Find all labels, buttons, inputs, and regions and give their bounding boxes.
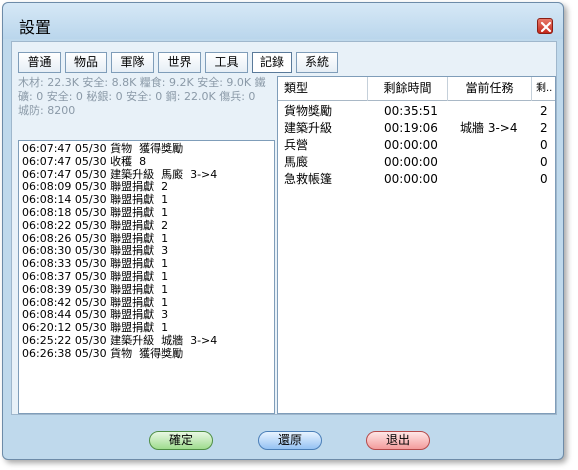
close-icon <box>540 21 552 33</box>
log-entry: 06:08:22 05/30 聯盟捐獻 2 <box>22 218 169 232</box>
cell-current-task: 城牆 3->4 <box>460 121 518 135</box>
log-entry: 06:08:37 05/30 聯盟捐獻 1 <box>22 269 169 283</box>
cell-time-left: 00:00:00 <box>384 155 438 169</box>
event-log[interactable]: 06:07:47 05/30 貨物 獲得獎勵 06:07:47 05/30 收穫… <box>18 140 275 414</box>
close-button[interactable] <box>537 18 553 34</box>
column-header-remaining[interactable]: 剩.. <box>532 77 556 101</box>
title-bar[interactable]: 設置 <box>3 3 563 39</box>
table-row[interactable]: 貨物獎勵 00:35:51 2 <box>278 103 555 120</box>
resource-summary: 木材: 22.3K 安全: 8.8K 糧食: 9.2K 安全: 9.0K 鐵 礦… <box>18 76 280 118</box>
cell-time-left: 00:00:00 <box>384 138 438 152</box>
cell-remaining: 0 <box>540 172 548 186</box>
task-table[interactable]: 類型 剩餘時間 當前任務 剩.. 貨物獎勵 00:35:51 2 建築升級 00… <box>277 76 556 414</box>
ok-button[interactable]: 確定 <box>149 431 213 450</box>
table-row[interactable]: 急救帳篷 00:00:00 0 <box>278 171 555 188</box>
table-row[interactable]: 馬廄 00:00:00 0 <box>278 154 555 171</box>
cell-type: 貨物獎勵 <box>284 104 333 118</box>
tab-army[interactable]: 軍隊 <box>111 52 154 73</box>
table-header: 類型 剩餘時間 當前任務 剩.. <box>278 77 555 101</box>
log-entry: 06:08:18 05/30 聯盟捐獻 1 <box>22 205 169 219</box>
log-entry: 06:25:22 05/30 建築升級 城牆 3->4 <box>22 333 218 347</box>
reset-button[interactable]: 還原 <box>258 431 322 450</box>
log-entry: 06:07:47 05/30 貨物 獲得獎勵 <box>22 142 184 155</box>
cell-time-left: 00:19:06 <box>384 121 438 135</box>
column-header-type[interactable]: 類型 <box>278 77 368 101</box>
cell-type: 兵營 <box>284 138 309 152</box>
window-title: 設置 <box>19 18 52 37</box>
table-row[interactable]: 建築升級 00:19:06 城牆 3->4 2 <box>278 120 555 137</box>
cell-remaining: 0 <box>540 155 548 169</box>
log-entry: 06:26:38 05/30 貨物 獲得獎勵 <box>22 346 184 360</box>
table-row[interactable]: 兵營 00:00:00 0 <box>278 137 555 154</box>
resource-line: 礦: 0 安全: 0 秘銀: 0 安全: 0 鋼: 22.0K 傷兵: 0 <box>18 90 256 103</box>
tab-items[interactable]: 物品 <box>65 52 107 73</box>
resource-line: 木材: 22.3K 安全: 8.8K 糧食: 9.2K 安全: 9.0K 鐵 <box>18 76 266 89</box>
cell-time-left: 00:35:51 <box>384 104 438 118</box>
cell-type: 急救帳篷 <box>284 172 333 186</box>
tab-general[interactable]: 普通 <box>18 52 61 73</box>
settings-panel: 普通 物品 軍隊 世界 工具 記錄 系統 木材: 22.3K 安全: 8.8K … <box>11 41 557 415</box>
cell-time-left: 00:00:00 <box>384 172 438 186</box>
log-entry: 06:08:39 05/30 聯盟捐獻 1 <box>22 282 169 296</box>
cell-type: 馬廄 <box>284 155 309 169</box>
tab-world[interactable]: 世界 <box>158 52 201 73</box>
resource-line: 城防: 8200 <box>18 104 76 117</box>
cell-remaining: 2 <box>540 104 548 118</box>
column-header-current-task[interactable]: 當前任務 <box>448 77 532 101</box>
tab-tools[interactable]: 工具 <box>205 52 248 73</box>
log-entry: 06:07:47 05/30 收穫 8 <box>22 154 147 168</box>
tab-records[interactable]: 記錄 <box>252 52 292 73</box>
column-header-time-left[interactable]: 剩餘時間 <box>368 77 448 101</box>
tab-system[interactable]: 系統 <box>296 52 338 73</box>
cell-remaining: 0 <box>540 138 548 152</box>
settings-window: 設置 普通 物品 軍隊 世界 工具 記錄 系統 木材: 22.3K 安全: 8.… <box>2 2 564 460</box>
cell-type: 建築升級 <box>284 121 333 135</box>
cell-remaining: 2 <box>540 121 548 135</box>
exit-button[interactable]: 退出 <box>366 431 430 450</box>
